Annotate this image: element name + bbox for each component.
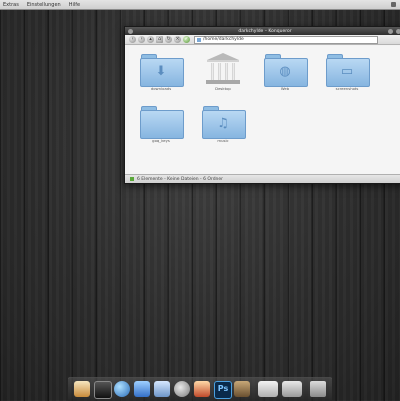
folder-web[interactable]: ◍ Web	[263, 51, 308, 91]
photos-icon[interactable]	[134, 381, 150, 397]
forward-icon[interactable]: ›	[138, 36, 145, 43]
folder-icon	[139, 103, 184, 139]
back-icon[interactable]: ‹	[129, 36, 136, 43]
folder-downloads[interactable]: ⬇ downloads	[139, 51, 184, 91]
reload-icon[interactable]: ↻	[165, 36, 172, 43]
up-icon[interactable]: ▴	[147, 36, 154, 43]
status-text: 6 Elemente - Keine Dateien - 6 Ordner	[137, 176, 224, 182]
folder-desktop[interactable]: Desktop	[201, 51, 245, 91]
status-bar: 6 Elemente - Keine Dateien - 6 Ordner	[125, 174, 400, 183]
location-path: /home/darkchylde	[203, 37, 244, 42]
trash-icon[interactable]	[310, 381, 326, 397]
photoshop-icon[interactable]: Ps	[214, 381, 232, 399]
music-player-icon[interactable]	[174, 381, 190, 397]
gimp-icon[interactable]	[234, 381, 250, 397]
folder-view: ⬇ downloads Desktop ◍ Web ▭ screenshots	[129, 46, 400, 174]
toolbar: ‹ › ▴ ⌂ ↻ × ✓ /home/darkchylde	[125, 35, 400, 45]
window-title: darkchylde – Konqueror	[238, 28, 292, 34]
menu-einstellungen[interactable]: Einstellungen	[23, 2, 65, 8]
window-icon[interactable]	[282, 381, 302, 397]
home-icon[interactable]	[74, 381, 90, 397]
monitor-folder-icon: ▭	[325, 51, 370, 87]
go-icon[interactable]: ✓	[183, 36, 190, 43]
home-icon[interactable]: ⌂	[156, 36, 163, 43]
location-bar[interactable]: /home/darkchylde	[194, 35, 378, 44]
file-manager-window: darkchylde – Konqueror ‹ › ▴ ⌂ ↻ × ✓ /ho…	[124, 26, 400, 184]
globe-folder-icon: ◍	[263, 51, 308, 87]
menu-bar: Extras Einstellungen Hilfe	[0, 0, 400, 10]
window-titlebar[interactable]: darkchylde – Konqueror	[125, 27, 400, 35]
dock: Ps	[68, 377, 332, 401]
folder-location-icon	[197, 37, 201, 42]
mail-icon[interactable]	[154, 381, 170, 397]
folder-music[interactable]: ♫ music	[201, 103, 246, 143]
tray-icon[interactable]	[391, 2, 396, 7]
menu-extras[interactable]: Extras	[0, 2, 23, 8]
folder-goq-keys[interactable]: goq_keys	[139, 103, 184, 143]
folder-label: Desktop	[215, 86, 231, 91]
terminal-icon[interactable]	[94, 381, 112, 399]
globe-icon[interactable]	[114, 381, 130, 397]
close-button[interactable]	[396, 28, 400, 34]
window-icon[interactable]	[258, 381, 278, 397]
library-temple-icon	[201, 51, 245, 85]
minimize-button[interactable]	[388, 28, 393, 34]
chess-icon[interactable]	[194, 381, 210, 397]
status-icon	[130, 177, 134, 181]
music-folder-icon: ♫	[201, 103, 246, 139]
window-menu-button[interactable]	[128, 28, 133, 34]
stop-icon[interactable]: ×	[174, 36, 181, 43]
download-folder-icon: ⬇	[139, 51, 184, 87]
menu-hilfe[interactable]: Hilfe	[65, 2, 84, 8]
folder-screenshots[interactable]: ▭ screenshots	[325, 51, 370, 91]
